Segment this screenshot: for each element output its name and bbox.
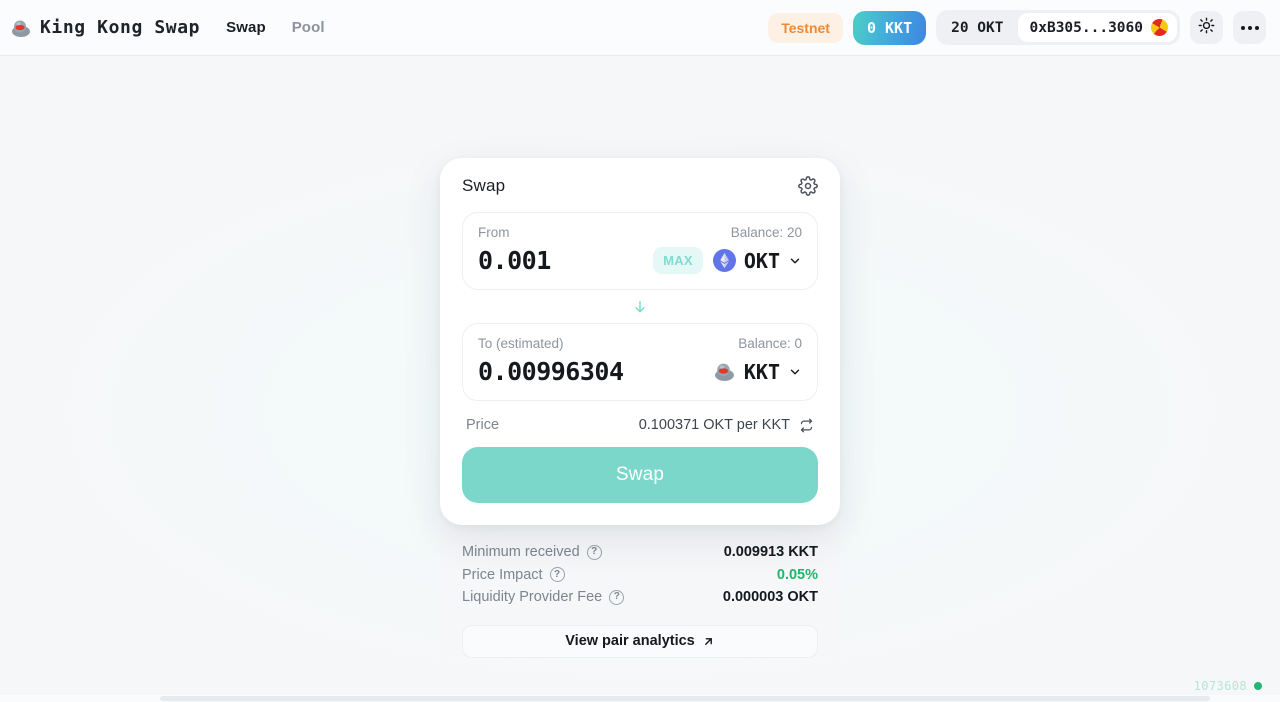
- detail-row: Price Impact ? 0.05%: [462, 564, 818, 587]
- page-body: Swap From Balance: 20 MAX: [0, 56, 1280, 702]
- kong-logo-icon: [10, 17, 32, 39]
- swap-details-panel: Minimum received ? 0.009913 KKT Price Im…: [440, 511, 840, 658]
- detail-label: Price Impact: [462, 566, 543, 583]
- sun-icon: [1198, 17, 1215, 39]
- detail-label: Minimum received: [462, 544, 580, 561]
- from-field: From Balance: 20 MAX: [462, 212, 818, 290]
- wallet-blockie-avatar: [1151, 19, 1168, 36]
- wallet-group: 20 OKT 0xB305...3060: [936, 10, 1180, 45]
- okt-token-icon: [712, 249, 736, 272]
- to-token-selector[interactable]: KKT: [713, 360, 802, 384]
- view-pair-analytics-button[interactable]: View pair analytics: [462, 624, 818, 658]
- nav-item-pool[interactable]: Pool: [292, 19, 325, 36]
- help-circle-icon[interactable]: ?: [549, 567, 565, 583]
- from-balance: Balance: 20: [730, 225, 802, 240]
- gear-icon[interactable]: [798, 176, 818, 196]
- external-link-arrow-icon: [702, 635, 715, 648]
- swap-submit-button[interactable]: Swap: [462, 447, 818, 503]
- more-menu-button[interactable]: [1233, 11, 1266, 44]
- horizontal-scrollbar[interactable]: [0, 695, 1280, 702]
- price-value: 0.100371 OKT per KKT: [638, 417, 790, 433]
- to-balance: Balance: 0: [738, 336, 802, 351]
- to-field: To (estimated) Balance: 0 0.00996304 KKT: [462, 323, 818, 401]
- from-amount-input[interactable]: [478, 246, 644, 275]
- swap-card: Swap From Balance: 20 MAX: [440, 158, 840, 525]
- price-value-group: 0.100371 OKT per KKT: [639, 417, 814, 433]
- wallet-address-text: 0xB305...3060: [1029, 19, 1144, 36]
- block-number: 1073608: [1193, 679, 1247, 693]
- detail-value: 0.000003 OKT: [722, 589, 818, 606]
- from-field-header: From Balance: 20: [478, 225, 802, 240]
- detail-label: Liquidity Provider Fee: [462, 589, 603, 606]
- switch-direction-row: [462, 290, 818, 323]
- kkt-balance-badge[interactable]: 0 KKT: [852, 10, 927, 45]
- detail-row: Minimum received ? 0.009913 KKT: [462, 541, 818, 564]
- from-token-symbol: OKT: [743, 248, 780, 273]
- page-title: Swap: [462, 176, 506, 195]
- minimum-received-label-group: Minimum received ?: [462, 544, 602, 560]
- main-nav: Swap Pool: [226, 19, 324, 36]
- kkt-token-icon: [713, 360, 736, 383]
- swap-rate-icon[interactable]: [799, 418, 814, 433]
- wallet-native-balance[interactable]: 20 OKT: [939, 15, 1015, 41]
- price-label: Price: [466, 417, 500, 433]
- swap-card-header: Swap: [462, 176, 818, 196]
- scrollbar-thumb[interactable]: [160, 696, 1210, 701]
- more-dots-icon: [1240, 25, 1259, 30]
- analytics-button-label: View pair analytics: [565, 633, 695, 649]
- detail-row: Liquidity Provider Fee ? 0.000003 OKT: [462, 586, 818, 609]
- network-badge[interactable]: Testnet: [768, 12, 843, 43]
- max-button[interactable]: MAX: [653, 247, 703, 274]
- to-field-header: To (estimated) Balance: 0: [478, 336, 802, 351]
- header-actions: Testnet 0 KKT 20 OKT 0xB305...3060: [768, 10, 1266, 45]
- chevron-down-icon: [788, 365, 802, 379]
- to-token-symbol: KKT: [743, 359, 780, 384]
- theme-toggle-button[interactable]: [1190, 11, 1223, 44]
- help-circle-icon[interactable]: ?: [609, 589, 625, 605]
- brand-title: King Kong Swap: [40, 17, 201, 38]
- from-field-row: MAX OKT: [478, 246, 802, 275]
- to-amount-input[interactable]: [478, 357, 703, 386]
- app-header: King Kong Swap Swap Pool Testnet 0 KKT 2…: [0, 0, 1280, 56]
- detail-value: 0.05%: [776, 566, 818, 583]
- price-impact-label-group: Price Impact ?: [462, 567, 565, 583]
- lp-fee-label-group: Liquidity Provider Fee ?: [462, 589, 625, 606]
- block-status[interactable]: 1073608: [1194, 679, 1262, 693]
- swap-module: Swap From Balance: 20 MAX: [440, 158, 840, 658]
- arrow-down-icon[interactable]: [632, 299, 648, 315]
- from-label: From: [478, 225, 510, 240]
- help-circle-icon[interactable]: ?: [586, 544, 602, 560]
- detail-value: 0.009913 KKT: [723, 544, 818, 561]
- nav-item-swap[interactable]: Swap: [226, 19, 266, 36]
- status-indicator-dot: [1254, 682, 1262, 690]
- brand[interactable]: King Kong Swap: [10, 17, 200, 39]
- wallet-address-button[interactable]: 0xB305...3060: [1017, 13, 1177, 42]
- price-row: Price 0.100371 OKT per KKT: [462, 401, 818, 447]
- to-field-row: KKT: [478, 357, 802, 386]
- chevron-down-icon: [788, 254, 802, 268]
- from-token-selector[interactable]: OKT: [712, 248, 802, 273]
- to-label: To (estimated): [478, 336, 564, 351]
